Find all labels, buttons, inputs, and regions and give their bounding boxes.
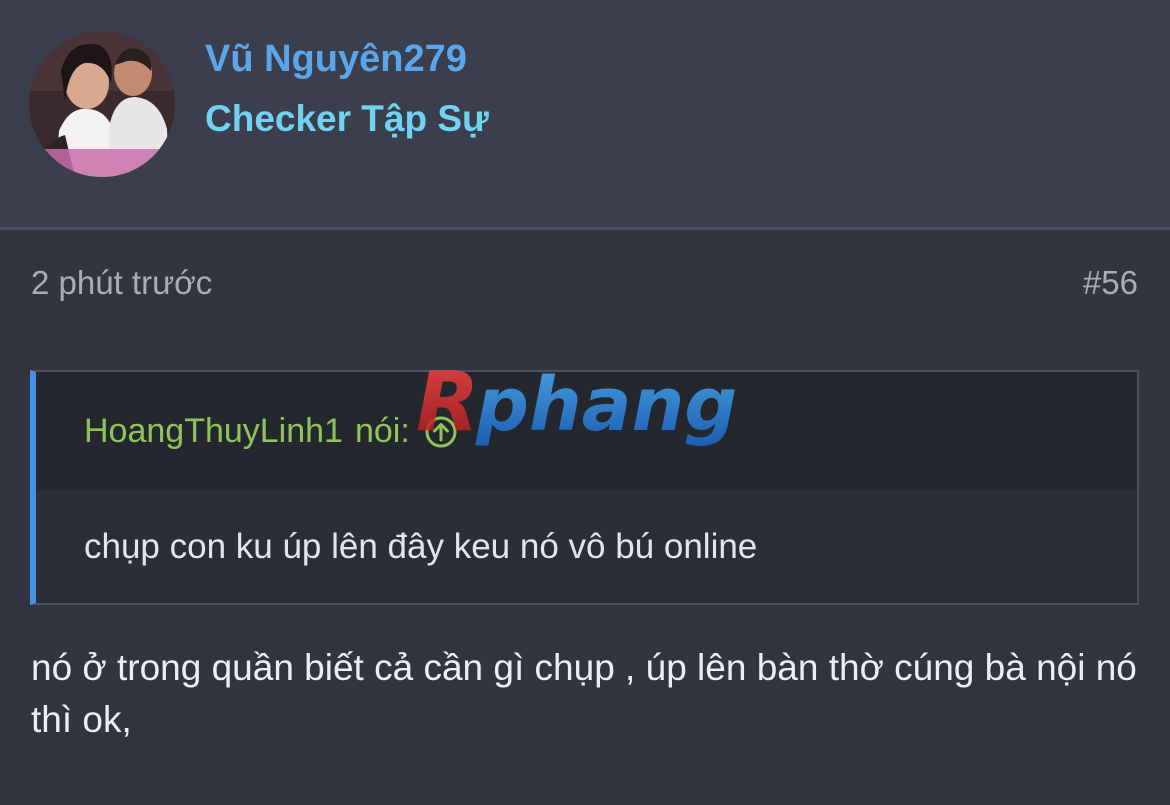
quote-body: chụp con ku úp lên đây keu nó vô bú onli… [84,527,758,566]
post-timestamp[interactable]: 2 phút trước [31,264,212,302]
avatar[interactable] [29,31,175,177]
arrow-up-circle-icon[interactable] [424,415,458,449]
post-user-header: Vũ Nguyên279 Checker Tập Sự [0,0,1170,230]
quote-said-label: nói: [354,412,410,450]
post-message: nó ở trong quần biết cả cần gì chụp , úp… [31,647,1137,740]
quote-header: HoangThuyLinh1 nói: [36,372,1137,490]
avatar-photo-icon [29,31,175,177]
quote-author-name[interactable]: HoangThuyLinh1 [84,412,343,451]
quote-block: HoangThuyLinh1 nói: chụp con ku úp lên đ… [30,370,1139,605]
quote-attribution: HoangThuyLinh1 nói: [84,412,458,451]
username[interactable]: Vũ Nguyên279 [205,38,467,81]
post-number[interactable]: #56 [1083,264,1138,302]
user-title: Checker Tập Sự [205,98,489,139]
forum-post: Vũ Nguyên279 Checker Tập Sự 2 phút trước… [0,0,1170,805]
